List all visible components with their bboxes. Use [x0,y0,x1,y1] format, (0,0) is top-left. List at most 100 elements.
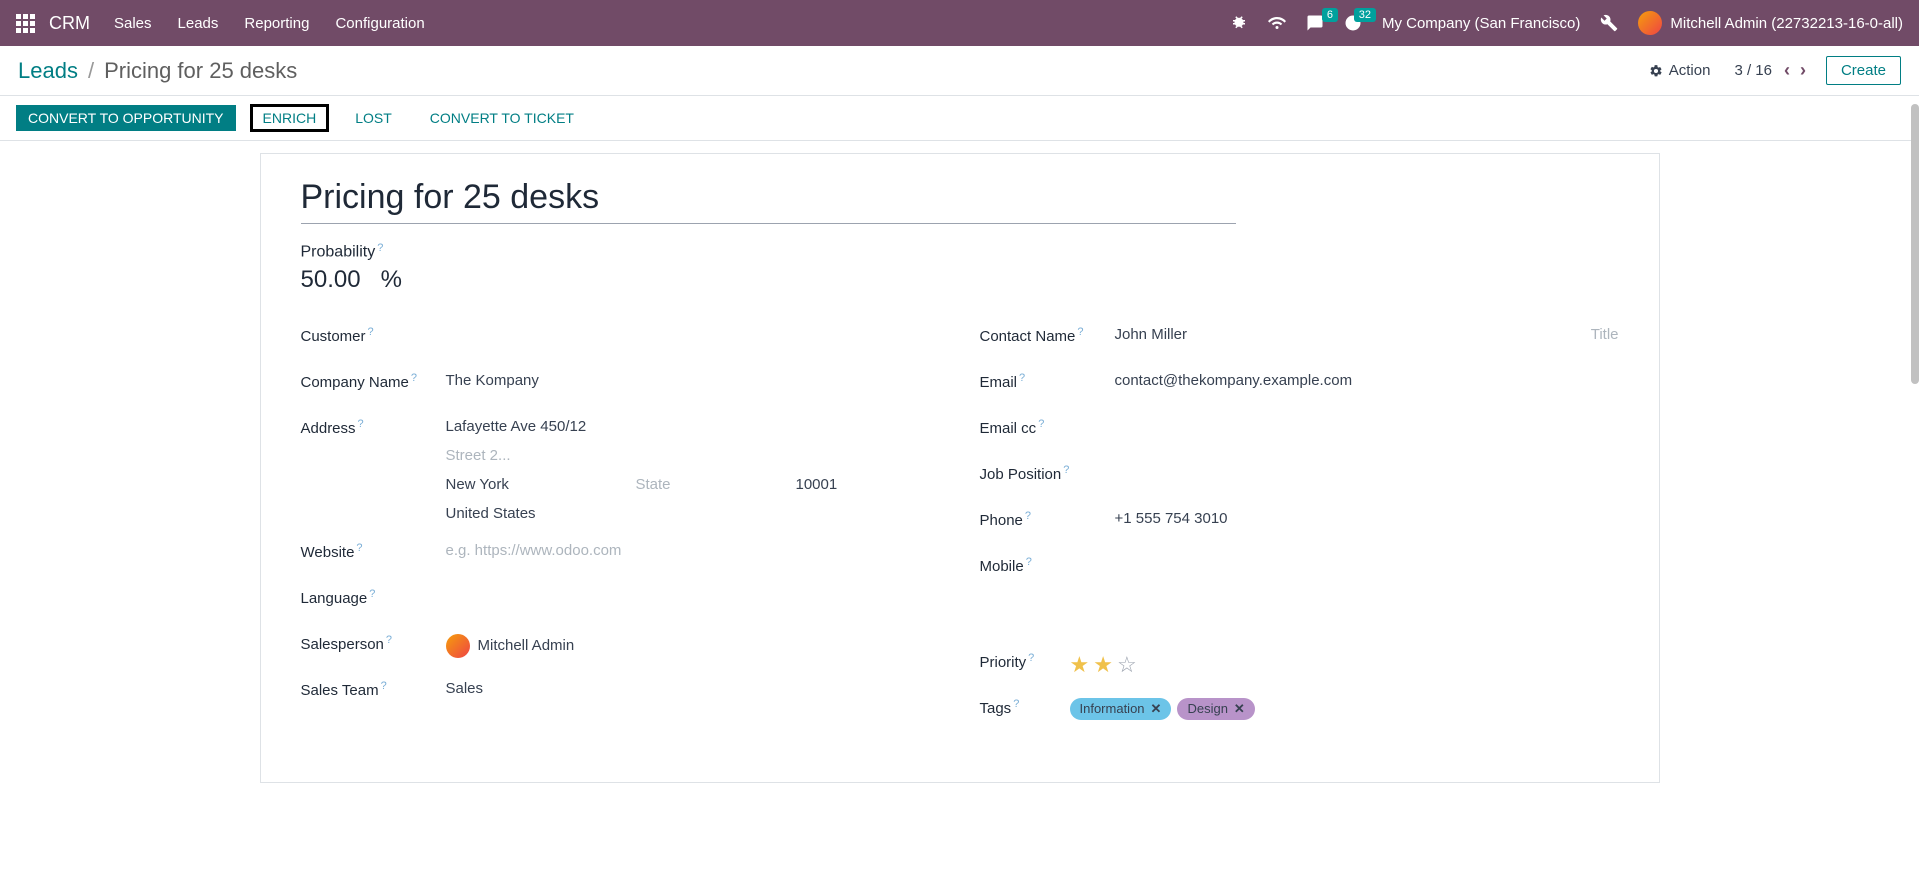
contact-name-label: Contact Name [980,328,1076,345]
messages-icon[interactable]: 6 [1306,14,1324,32]
title-placeholder[interactable]: Title [1591,326,1619,343]
tag-label: Information [1080,701,1145,716]
help-icon[interactable]: ? [1038,418,1044,430]
left-column: Customer? Company Name? The Kompany Addr… [301,324,940,742]
lead-title[interactable]: Pricing for 25 desks [301,178,1236,217]
main-menu: Sales Leads Reporting Configuration [114,15,425,32]
help-icon[interactable]: ? [1025,510,1031,522]
salesteam-value[interactable]: Sales [446,678,940,697]
navbar-right: 6 32 My Company (San Francisco) Mitchell… [1230,11,1903,35]
star-icon[interactable]: ☆ [1117,652,1137,678]
help-icon[interactable]: ? [358,418,364,430]
language-value[interactable] [446,586,940,588]
pager-next-icon[interactable]: › [1800,60,1806,81]
help-icon[interactable]: ? [1063,464,1069,476]
user-menu[interactable]: Mitchell Admin (22732213-16-0-all) [1638,11,1903,35]
star-icon[interactable]: ★ [1093,652,1113,678]
field-priority: Priority? ★ ★ ☆ [980,650,1619,678]
field-website: Website? e.g. https://www.odoo.com [301,540,940,568]
email-value[interactable]: contact@thekompany.example.com [1115,370,1619,389]
lost-button[interactable]: LOST [343,105,404,131]
tag-design[interactable]: Design ✕ [1177,698,1254,720]
debug-icon[interactable] [1230,14,1248,32]
country-value[interactable]: United States [446,505,940,522]
street2-placeholder[interactable]: Street 2... [446,447,940,464]
wifi-icon[interactable] [1268,14,1286,32]
salesteam-label: Sales Team [301,682,379,699]
website-placeholder[interactable]: e.g. https://www.odoo.com [446,540,940,559]
app-brand[interactable]: CRM [49,13,90,34]
activities-badge: 32 [1354,8,1376,22]
convert-ticket-button[interactable]: CONVERT TO TICKET [418,105,586,131]
menu-reporting[interactable]: Reporting [244,15,309,32]
apps-icon[interactable] [16,14,35,33]
tools-icon[interactable] [1600,14,1618,32]
action-dropdown[interactable]: Action [1649,62,1711,79]
street-value[interactable]: Lafayette Ave 450/12 [446,418,940,435]
mobile-value[interactable] [1115,554,1619,556]
company-switcher[interactable]: My Company (San Francisco) [1382,15,1580,32]
menu-sales[interactable]: Sales [114,15,152,32]
salesperson-label: Salesperson [301,636,384,653]
help-icon[interactable]: ? [381,680,387,692]
help-icon[interactable]: ? [1026,556,1032,568]
help-icon[interactable]: ? [1028,652,1034,664]
phone-label: Phone [980,512,1023,529]
field-company-name: Company Name? The Kompany [301,370,940,398]
breadcrumb-separator: / [88,58,94,84]
address-values: Lafayette Ave 450/12 Street 2... New Yor… [446,416,940,522]
help-icon[interactable]: ? [411,372,417,384]
state-placeholder[interactable]: State [636,476,756,493]
status-bar: CONVERT TO OPPORTUNITY ENRICH LOST CONVE… [0,96,1919,141]
customer-value[interactable] [446,324,940,326]
contact-name-value[interactable]: John Miller [1115,326,1551,343]
form-columns: Customer? Company Name? The Kompany Addr… [301,324,1619,742]
email-label: Email [980,374,1018,391]
field-email: Email? contact@thekompany.example.com [980,370,1619,398]
pager-prev-icon[interactable]: ‹ [1784,60,1790,81]
probability-unit: % [381,266,402,294]
scrollbar[interactable] [1911,104,1919,384]
job-position-label: Job Position [980,466,1062,483]
company-name-value[interactable]: The Kompany [446,370,940,389]
field-customer: Customer? [301,324,940,352]
convert-opportunity-button[interactable]: CONVERT TO OPPORTUNITY [16,105,236,131]
job-position-value[interactable] [1115,462,1619,464]
help-icon[interactable]: ? [356,542,362,554]
salesperson-avatar-icon [446,634,470,658]
pager-text[interactable]: 3 / 16 [1734,62,1772,79]
salesperson-name: Mitchell Admin [478,637,575,654]
activities-icon[interactable]: 32 [1344,14,1362,32]
probability-label: Probability [301,244,376,261]
gear-icon [1649,64,1663,78]
help-icon[interactable]: ? [1019,372,1025,384]
probability-value[interactable]: 50.00 [301,266,361,294]
help-icon[interactable]: ? [377,242,383,254]
email-cc-value[interactable] [1115,416,1619,418]
create-button[interactable]: Create [1826,56,1901,85]
tag-information[interactable]: Information ✕ [1070,698,1172,720]
menu-leads[interactable]: Leads [178,15,219,32]
star-icon[interactable]: ★ [1070,652,1090,678]
help-icon[interactable]: ? [1077,326,1083,338]
pager-arrows: ‹ › [1784,60,1806,81]
close-icon[interactable]: ✕ [1234,701,1245,717]
zip-value[interactable]: 10001 [796,476,838,493]
breadcrumb-leads[interactable]: Leads [18,58,78,84]
customer-label: Customer [301,328,366,345]
tags-container[interactable]: Information ✕ Design ✕ [1070,696,1619,720]
website-label: Website [301,544,355,561]
mobile-label: Mobile [980,558,1024,575]
menu-configuration[interactable]: Configuration [335,15,424,32]
help-icon[interactable]: ? [369,588,375,600]
enrich-button[interactable]: ENRICH [250,104,330,132]
close-icon[interactable]: ✕ [1151,701,1162,717]
help-icon[interactable]: ? [368,326,374,338]
field-email-cc: Email cc? [980,416,1619,444]
help-icon[interactable]: ? [386,634,392,646]
city-value[interactable]: New York [446,476,596,493]
salesperson-value[interactable]: Mitchell Admin [446,632,940,658]
phone-value[interactable]: +1 555 754 3010 [1115,508,1619,527]
help-icon[interactable]: ? [1013,698,1019,710]
top-navbar: CRM Sales Leads Reporting Configuration … [0,0,1919,46]
